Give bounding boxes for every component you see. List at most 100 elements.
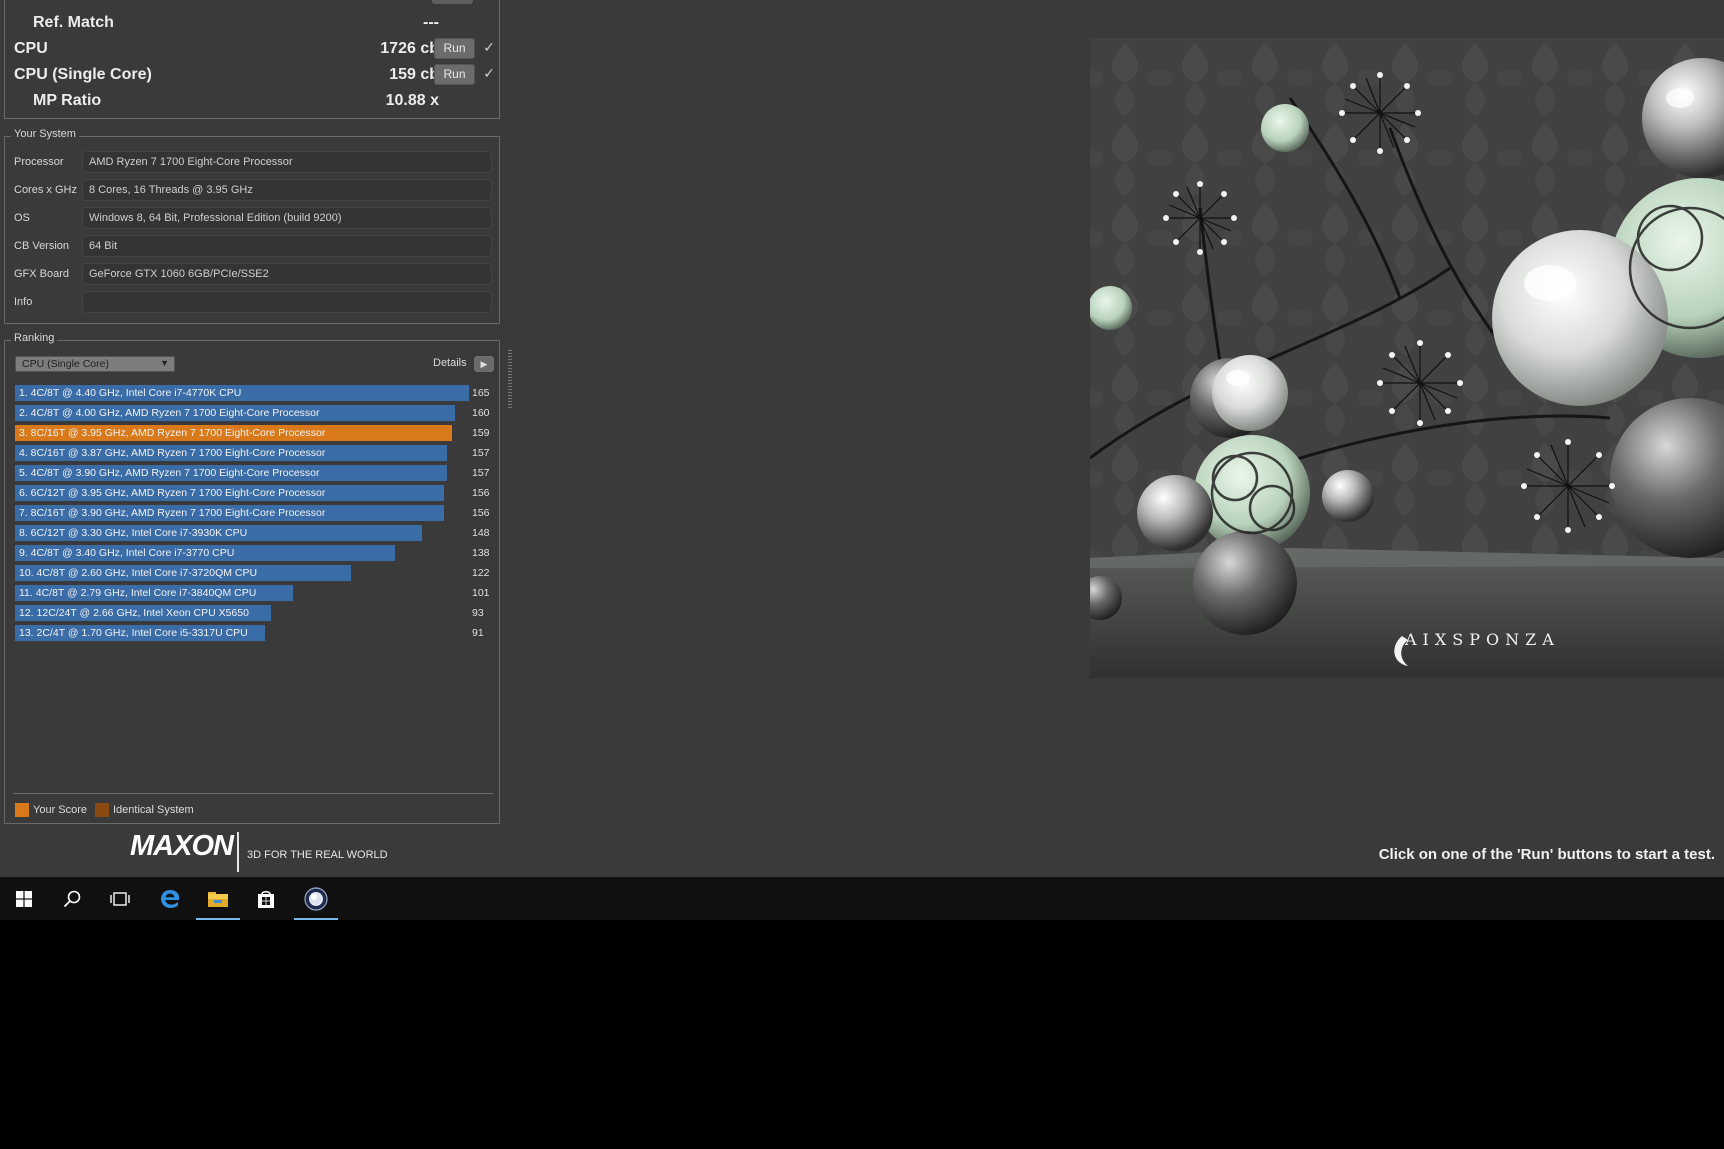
ranking-label: 10. 4C/8T @ 2.60 GHz, Intel Core i7-3720… <box>19 567 258 579</box>
result-row-cpu-single-core: CPU (Single Core) 159 cb Run ✓ <box>5 62 501 88</box>
maxon-logo: MAXON <box>130 830 234 862</box>
details-button[interactable]: ▶ <box>474 356 494 372</box>
edge-taskbar-button[interactable] <box>146 877 194 920</box>
ranking-row[interactable]: 1. 4C/8T @ 4.40 GHz, Intel Core i7-4770K… <box>15 385 495 401</box>
start-button[interactable] <box>0 877 48 920</box>
cpu-single-core-run-button[interactable]: Run <box>434 64 475 85</box>
system-label: Info <box>14 296 33 308</box>
os-field[interactable]: Windows 8, 64 Bit, Professional Edition … <box>82 207 492 229</box>
ranking-score: 91 <box>472 627 484 639</box>
system-row-cb-version: CB Version 64 Bit <box>5 234 499 258</box>
ranking-row[interactable]: 12. 12C/24T @ 2.66 GHz, Intel Xeon CPU X… <box>15 605 495 621</box>
store-icon <box>258 890 274 908</box>
ranking-row[interactable]: 3. 8C/16T @ 3.95 GHz, AMD Ryzen 7 1700 E… <box>15 425 495 441</box>
ranking-label: 13. 2C/4T @ 1.70 GHz, Intel Core i5-3317… <box>19 627 248 639</box>
cinebench-taskbar-button[interactable] <box>292 877 340 920</box>
search-icon <box>63 890 81 907</box>
ranking-row[interactable]: 10. 4C/8T @ 2.60 GHz, Intel Core i7-3720… <box>15 565 495 581</box>
your-score-swatch <box>15 803 29 817</box>
processor-field[interactable]: AMD Ryzen 7 1700 Eight-Core Processor <box>82 151 492 173</box>
system-label: GFX Board <box>14 268 70 280</box>
ranking-group: Ranking CPU (Single Core) ▼ Details ▶ 1.… <box>4 332 500 824</box>
result-label: Ref. Match <box>33 14 114 31</box>
system-label: CB Version <box>14 240 70 252</box>
ranking-score: 159 <box>472 427 490 439</box>
legend-divider <box>13 793 493 794</box>
system-row-info: Info <box>5 290 499 314</box>
task-view-icon <box>110 891 130 906</box>
result-value: 159 cb <box>389 66 439 83</box>
start-icon <box>16 890 32 907</box>
ranking-score: 157 <box>472 467 490 479</box>
result-row-ref-match: Ref. Match --- <box>5 10 501 36</box>
panel-splitter-handle[interactable] <box>508 350 512 408</box>
ranking-type-value: CPU (Single Core) <box>22 358 109 370</box>
ranking-score: 148 <box>472 527 490 539</box>
chevron-right-icon: ▶ <box>480 359 488 369</box>
ranking-score: 157 <box>472 447 490 459</box>
status-message: Click on one of the 'Run' buttons to sta… <box>1378 846 1715 863</box>
cinebench-icon <box>304 886 328 911</box>
file-explorer-taskbar-button[interactable] <box>194 877 242 920</box>
ranking-row[interactable]: 5. 4C/8T @ 3.90 GHz, AMD Ryzen 7 1700 Ei… <box>15 465 495 481</box>
cpu-checkmark[interactable]: ✓ <box>483 39 495 56</box>
logo-divider <box>237 832 239 872</box>
ranking-row[interactable]: 6. 6C/12T @ 3.95 GHz, AMD Ryzen 7 1700 E… <box>15 485 495 501</box>
ranking-label: 9. 4C/8T @ 3.40 GHz, Intel Core i7-3770 … <box>19 547 235 559</box>
identical-system-swatch <box>95 803 109 817</box>
result-label: MP Ratio <box>33 92 102 109</box>
system-row-os: OS Windows 8, 64 Bit, Professional Editi… <box>5 206 499 230</box>
task-view-button[interactable] <box>96 877 144 920</box>
cores-field[interactable]: 8 Cores, 16 Threads @ 3.95 GHz <box>82 179 492 201</box>
ranking-row[interactable]: 11. 4C/8T @ 2.79 GHz, Intel Core i7-3840… <box>15 585 495 601</box>
ranking-row[interactable]: 4. 8C/16T @ 3.87 GHz, AMD Ryzen 7 1700 E… <box>15 445 495 461</box>
ranking-row[interactable]: 8. 6C/12T @ 3.30 GHz, Intel Core i7-3930… <box>15 525 495 541</box>
ranking-row[interactable]: 2. 4C/8T @ 4.00 GHz, AMD Ryzen 7 1700 Ei… <box>15 405 495 421</box>
system-label: Cores x GHz <box>14 184 77 196</box>
maxon-tagline: 3D FOR THE REAL WORLD <box>247 849 388 861</box>
aixsponza-watermark: AIXSPONZA <box>1405 630 1560 649</box>
partial-run-button[interactable] <box>432 0 473 4</box>
active-indicator <box>196 918 240 920</box>
ranking-row[interactable]: 7. 8C/16T @ 3.90 GHz, AMD Ryzen 7 1700 E… <box>15 505 495 521</box>
system-row-gfx-board: GFX Board GeForce GTX 1060 6GB/PCIe/SSE2 <box>5 262 499 286</box>
result-value: 1726 cb <box>380 40 439 57</box>
ranking-score: 156 <box>472 507 490 519</box>
store-taskbar-button[interactable] <box>242 877 290 920</box>
ranking-label: 5. 4C/8T @ 3.90 GHz, AMD Ryzen 7 1700 Ei… <box>19 467 320 479</box>
ranking-label: 3. 8C/16T @ 3.95 GHz, AMD Ryzen 7 1700 E… <box>19 427 326 439</box>
search-button[interactable] <box>48 877 96 920</box>
identical-system-legend-label: Identical System <box>113 804 194 816</box>
windows-taskbar <box>0 877 1724 920</box>
ranking-score: 156 <box>472 487 490 499</box>
system-label: Processor <box>14 156 64 168</box>
ranking-type-dropdown[interactable]: CPU (Single Core) ▼ <box>15 356 175 372</box>
ranking-score: 165 <box>472 387 490 399</box>
cb-version-field[interactable]: 64 Bit <box>82 235 492 257</box>
ranking-score: 122 <box>472 567 490 579</box>
ranking-label: 8. 6C/12T @ 3.30 GHz, Intel Core i7-3930… <box>19 527 248 539</box>
ranking-label: 6. 6C/12T @ 3.95 GHz, AMD Ryzen 7 1700 E… <box>19 487 326 499</box>
ranking-row[interactable]: 9. 4C/8T @ 3.40 GHz, Intel Core i7-3770 … <box>15 545 495 561</box>
ranking-label: 11. 4C/8T @ 2.79 GHz, Intel Core i7-3840… <box>19 587 257 599</box>
result-value: 10.88 x <box>385 92 439 109</box>
info-field[interactable] <box>82 291 492 313</box>
your-score-legend-label: Your Score <box>33 804 88 816</box>
ranking-label: 7. 8C/16T @ 3.90 GHz, AMD Ryzen 7 1700 E… <box>19 507 326 519</box>
gfx-board-field[interactable]: GeForce GTX 1060 6GB/PCIe/SSE2 <box>82 263 492 285</box>
details-label: Details <box>433 357 467 369</box>
chevron-down-icon: ▼ <box>160 358 169 368</box>
ranking-label: 12. 12C/24T @ 2.66 GHz, Intel Xeon CPU X… <box>19 607 249 619</box>
system-label: OS <box>14 212 30 224</box>
result-value: --- <box>423 14 439 31</box>
system-row-processor: Processor AMD Ryzen 7 1700 Eight-Core Pr… <box>5 150 499 174</box>
cpu-run-button[interactable]: Run <box>434 38 475 59</box>
your-system-title: Your System <box>11 128 79 140</box>
file-explorer-icon <box>208 891 228 907</box>
ranking-score: 160 <box>472 407 490 419</box>
ranking-title: Ranking <box>11 332 58 344</box>
cpu-single-core-checkmark[interactable]: ✓ <box>483 65 495 82</box>
active-indicator <box>294 918 338 920</box>
ranking-label: 4. 8C/16T @ 3.87 GHz, AMD Ryzen 7 1700 E… <box>19 447 326 459</box>
ranking-row[interactable]: 13. 2C/4T @ 1.70 GHz, Intel Core i5-3317… <box>15 625 495 641</box>
